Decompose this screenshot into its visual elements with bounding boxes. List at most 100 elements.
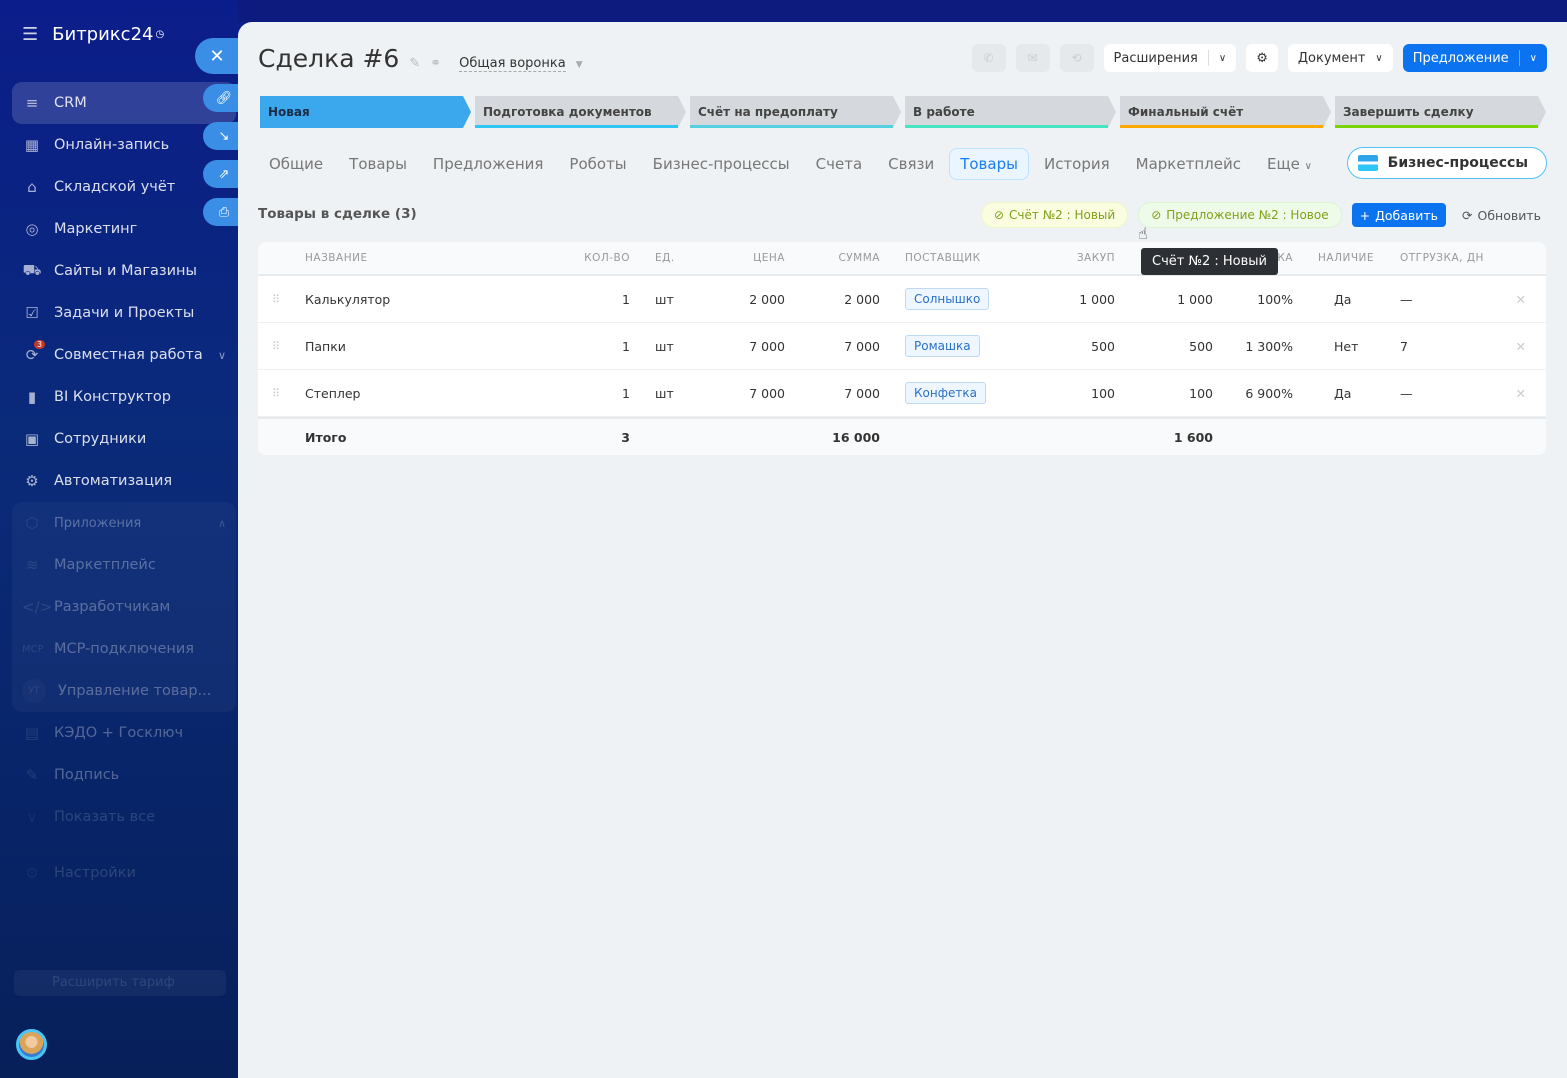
stage-docs[interactable]: Подготовка документов (475, 96, 686, 128)
apps-group-header[interactable]: ⬡ Приложения ∧ (12, 502, 236, 544)
col-stock[interactable]: НАЛИЧИЕ (1318, 252, 1374, 264)
hand-cursor-icon: ☝ (1138, 224, 1148, 243)
product-name[interactable]: Калькулятор (305, 292, 390, 307)
document-button[interactable]: Документ ∨ (1287, 44, 1393, 72)
col-unit[interactable]: ЕД. (655, 252, 675, 264)
drag-handle-icon[interactable]: ⠿ (272, 387, 280, 400)
sidebar-item-employees[interactable]: ▣ Сотрудники (12, 418, 236, 460)
product-name[interactable]: Папки (305, 339, 346, 354)
product-unit[interactable]: шт (655, 339, 674, 354)
upgrade-tariff-button[interactable]: Расширить тариф (14, 970, 226, 996)
total-label: Итого (305, 429, 347, 445)
product-unit[interactable]: шт (655, 386, 674, 401)
stage-in-progress[interactable]: В работе (905, 96, 1116, 128)
tab-invoices[interactable]: Счета (805, 148, 874, 180)
product-qty[interactable]: 1 (622, 339, 630, 354)
tab-business-processes[interactable]: Бизнес-процессы (642, 148, 801, 180)
call-button[interactable]: ✆ (971, 44, 1006, 72)
close-button[interactable]: ✕ (195, 38, 239, 74)
mail-icon: ✉ (1027, 51, 1038, 65)
tab-goods[interactable]: Товары (949, 148, 1029, 180)
link-icon: 🔗︎ (215, 90, 233, 106)
invoice-chip[interactable]: ⊘ Счёт №2 : Новый (980, 202, 1129, 228)
product-qty[interactable]: 1 (622, 292, 630, 307)
refresh-label: Обновить (1477, 207, 1541, 223)
extensions-button[interactable]: Расширения ∨ (1103, 44, 1237, 72)
page-title: Сделка #6 ✎ ⚭ Общая воронка ▼ (258, 44, 583, 73)
supplier-tag[interactable]: Конфетка (905, 382, 986, 404)
product-price[interactable]: 7 000 (749, 339, 785, 354)
sidebar-item-marketplace[interactable]: ≋ Маркетплейс (12, 544, 236, 586)
pencil-icon[interactable]: ✎ (409, 56, 420, 71)
logo-text: Битрикс24 (52, 24, 154, 45)
col-name[interactable]: НАЗВАНИЕ (305, 252, 368, 264)
sidebar-item-automation[interactable]: ⚙ Автоматизация (12, 460, 236, 502)
product-price[interactable]: 2 000 (749, 292, 785, 307)
product-stock: Да (1334, 291, 1352, 307)
sidebar-item-kedo[interactable]: ▤ КЭДО + Госключ (12, 712, 236, 754)
settings-button[interactable]: ⚙ (1246, 44, 1278, 72)
sidebar-item-label: Сайты и Магазины (54, 263, 197, 279)
product-shipment: — (1400, 385, 1413, 401)
table-row[interactable]: ⠿ Калькулятор 1 шт 2 000 2 000 Солнышко 1 000 1 … (258, 276, 1546, 323)
tab-more[interactable]: Еще ∨ (1256, 148, 1323, 180)
product-markup: 1 300% (1245, 338, 1293, 354)
supplier-tag[interactable]: Солнышко (905, 288, 990, 310)
menu-icon[interactable]: ☰ (22, 24, 38, 45)
sidebar-item-developers[interactable]: </> Разработчикам (12, 586, 236, 628)
col-purchase[interactable]: ЗАКУП (1077, 252, 1115, 264)
funnel-selector[interactable]: Общая воронка (459, 56, 566, 72)
sidebar-item-products[interactable]: УТ Управление товар... (12, 670, 236, 712)
sidebar-item-signature[interactable]: ✎ Подпись (12, 754, 236, 796)
delete-row-icon[interactable]: ✕ (1516, 339, 1526, 354)
tab-marketplace[interactable]: Маркетплейс (1125, 148, 1252, 180)
col-shipment[interactable]: ОТГРУЗКА, ДН (1400, 252, 1484, 264)
product-name[interactable]: Степлер (305, 386, 361, 401)
product-qty[interactable]: 1 (622, 386, 630, 401)
table-row[interactable]: ⠿ Папки 1 шт 7 000 7 000 Ромашка 500 500 1 300% Не… (258, 323, 1546, 370)
logo[interactable]: ☰ Битрикс24 ◷ (22, 24, 164, 45)
avatar[interactable] (16, 1029, 47, 1060)
product-price[interactable]: 7 000 (749, 386, 785, 401)
tab-robots[interactable]: Роботы (558, 148, 637, 180)
stage-complete[interactable]: Завершить сделку (1335, 96, 1546, 128)
offer-button[interactable]: Предложение ∨ (1402, 44, 1547, 72)
col-sum[interactable]: СУММА (838, 252, 880, 264)
col-price[interactable]: ЦЕНА (753, 252, 785, 264)
tab-offers[interactable]: Предложения (422, 148, 555, 180)
add-product-button[interactable]: + Добавить (1351, 203, 1446, 227)
stage-new[interactable]: Новая (260, 96, 471, 128)
stage-prepayment[interactable]: Счёт на предоплату (690, 96, 901, 128)
sidebar-item-settings[interactable]: ⚙ Настройки (12, 852, 236, 894)
sidebar-item-show-all[interactable]: ∨ Показать все (12, 796, 236, 838)
business-processes-button[interactable]: Бизнес-процессы (1346, 147, 1547, 179)
col-supplier[interactable]: ПОСТАВЩИК (905, 252, 981, 264)
chat-button[interactable]: ⟲ (1059, 44, 1094, 72)
table-row[interactable]: ⠿ Степлер 1 шт 7 000 7 000 Конфетка 100 100 6 900… (258, 370, 1546, 417)
delete-row-icon[interactable]: ✕ (1516, 292, 1526, 307)
tab-links[interactable]: Связи (877, 148, 945, 180)
delete-row-icon[interactable]: ✕ (1516, 386, 1526, 401)
sidebar-item-mcp[interactable]: MCP MCP-подключения (12, 628, 236, 670)
tab-history[interactable]: История (1033, 148, 1121, 180)
drag-handle-icon[interactable]: ⠿ (272, 293, 280, 306)
stage-final-invoice[interactable]: Финальный счёт (1120, 96, 1331, 128)
refresh-button[interactable]: ⟳ Обновить (1456, 208, 1547, 223)
sidebar-item-collab[interactable]: ⟳ 3 Совместная работа ∨ (12, 334, 236, 376)
tab-general[interactable]: Общие (258, 148, 334, 180)
sidebar-item-sites[interactable]: ⛟ Сайты и Магазины (12, 250, 236, 292)
tab-more-label: Еще (1266, 155, 1300, 173)
product-purchase: 500 (1091, 338, 1115, 354)
email-button[interactable]: ✉ (1015, 44, 1050, 72)
tab-products[interactable]: Товары (338, 148, 418, 180)
link-icon[interactable]: ⚭ (430, 56, 441, 71)
sidebar: ☰ Битрикс24 ◷ ≡ CRM ▦ Онлайн-запись ⌂ Складск… (0, 0, 245, 1078)
drag-handle-icon[interactable]: ⠿ (272, 340, 280, 353)
supplier-tag[interactable]: Ромашка (905, 335, 980, 357)
offer-chip[interactable]: ⊘ Предложение №2 : Новое (1138, 202, 1342, 228)
stage-label: Новая (268, 105, 310, 119)
sidebar-item-tasks[interactable]: ☑ Задачи и Проекты (12, 292, 236, 334)
sidebar-item-bi[interactable]: ▮ BI Конструктор (12, 376, 236, 418)
col-qty[interactable]: КОЛ-ВО (584, 252, 630, 264)
product-unit[interactable]: шт (655, 292, 674, 307)
